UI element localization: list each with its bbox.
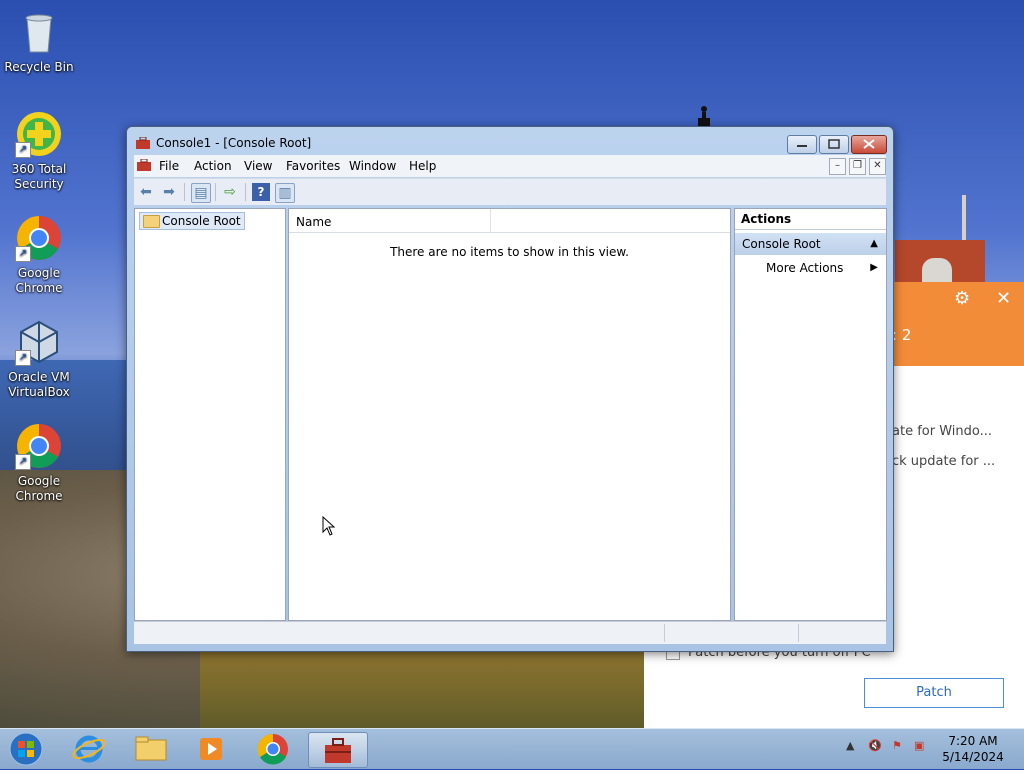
tree-node-label: Console Root: [162, 214, 241, 228]
shortcut-arrow-icon: ↗: [15, 454, 31, 470]
close-button[interactable]: [851, 135, 887, 154]
child-restore-button[interactable]: ❐: [849, 158, 866, 175]
update-line-1: ate for Windo...: [892, 424, 992, 439]
mmc-window: Console1 - [Console Root] File Action Vi…: [126, 126, 894, 652]
title-bar[interactable]: Console1 - [Console Root]: [127, 127, 893, 155]
child-minimize-button[interactable]: –: [829, 158, 846, 175]
desktop-icon-chrome[interactable]: ↗ Google Chrome: [0, 422, 78, 504]
list-header: Name: [289, 209, 730, 233]
show-hide-console-tree-icon[interactable]: ▤: [191, 183, 211, 203]
mouse-cursor-icon: [322, 516, 336, 536]
patch-button[interactable]: Patch: [864, 678, 1004, 708]
help-icon[interactable]: ?: [252, 183, 270, 201]
folder-icon: [135, 736, 167, 761]
shortcut-arrow-icon: ↗: [15, 246, 31, 262]
console-tree-pane: Console Root: [134, 208, 286, 621]
shortcut-arrow-icon: ↗: [15, 350, 31, 366]
settings-gear-icon[interactable]: ⚙: [954, 288, 970, 309]
more-actions-item[interactable]: More Actions ▶: [735, 258, 886, 278]
background-app-title-fragment: : 2: [892, 326, 912, 344]
taskbar-media-player[interactable]: [188, 732, 234, 766]
menu-file[interactable]: File: [159, 159, 179, 173]
network-disconnected-icon[interactable]: ▣: [914, 739, 924, 752]
minimize-button[interactable]: [787, 135, 817, 154]
status-divider: [664, 624, 665, 642]
volume-muted-icon[interactable]: 🔇: [868, 739, 882, 752]
status-bar: [134, 621, 886, 644]
menu-window[interactable]: Window: [349, 159, 396, 173]
column-header-name[interactable]: Name: [296, 215, 331, 229]
tree-node-console-root[interactable]: Console Root: [139, 212, 245, 230]
toolbar-separator: [184, 183, 185, 201]
chrome-icon: ↗: [15, 422, 63, 470]
actions-section-console-root[interactable]: Console Root ▲: [735, 233, 886, 255]
update-line-2: ck update for ...: [892, 454, 996, 469]
menu-favorites[interactable]: Favorites: [286, 159, 340, 173]
menu-help[interactable]: Help: [409, 159, 436, 173]
column-divider[interactable]: [490, 209, 491, 232]
taskbar-internet-explorer[interactable]: [66, 732, 112, 766]
desktop-icon-recycle-bin[interactable]: Recycle Bin: [0, 8, 78, 75]
virtualbox-icon: ↗: [15, 318, 63, 366]
toolbar-separator: [245, 183, 246, 201]
shortcut-arrow-icon: ↗: [15, 142, 31, 158]
recycle-bin-icon: [15, 8, 63, 56]
taskbar: ▲ 🔇 ⚑ ▣ 7:20 AM 5/14/2024: [0, 728, 1024, 769]
mmc-toolbox-icon: [325, 738, 351, 763]
desktop-icon-360-security[interactable]: ↗ 360 Total Security: [0, 110, 78, 192]
status-divider: [798, 624, 799, 642]
show-hidden-icons-icon[interactable]: ▲: [846, 739, 854, 752]
taskbar-mmc-console[interactable]: [308, 732, 368, 768]
result-pane: Name There are no items to show in this …: [288, 208, 731, 621]
mmc-toolbox-icon: [136, 137, 150, 149]
desktop-house-window: [922, 258, 952, 284]
actions-section-label: Console Root: [742, 237, 821, 251]
360-security-icon: ↗: [15, 110, 63, 158]
taskbar-chrome[interactable]: [250, 732, 296, 766]
empty-list-message: There are no items to show in this view.: [390, 245, 629, 259]
chrome-icon: ↗: [15, 214, 63, 262]
chrome-icon: [257, 733, 288, 765]
start-button[interactable]: [6, 731, 46, 767]
close-icon: [863, 139, 875, 149]
window-title: Console1 - [Console Root]: [156, 136, 312, 150]
menu-action[interactable]: Action: [194, 159, 232, 173]
close-icon[interactable]: ✕: [996, 288, 1011, 309]
toolbar-separator: [215, 183, 216, 201]
windows-orb-icon: [9, 732, 43, 766]
restore-icon: [828, 139, 840, 149]
desktop-icon-label: Recycle Bin: [4, 60, 74, 74]
actions-pane: Actions Console Root ▲ More Actions ▶: [734, 208, 887, 621]
back-arrow-icon[interactable]: ⬅: [137, 183, 155, 201]
toolbar: ⬅ ➡ ▤ ⇨ ? ▥: [134, 178, 886, 205]
submenu-arrow-icon: ▶: [870, 262, 878, 273]
more-actions-label: More Actions: [766, 261, 844, 275]
media-player-icon: [200, 738, 222, 760]
actions-header: Actions: [735, 209, 886, 230]
taskbar-file-explorer[interactable]: [128, 732, 174, 766]
desktop-icon-label: 360 Total Security: [11, 162, 67, 191]
child-close-button[interactable]: ✕: [869, 158, 886, 175]
desktop-icon-label: Oracle VM VirtualBox: [8, 370, 70, 399]
maximize-button[interactable]: [819, 135, 849, 154]
system-clock[interactable]: 7:20 AM 5/14/2024: [938, 733, 1008, 765]
minimize-icon: [797, 145, 807, 147]
menu-view[interactable]: View: [244, 159, 272, 173]
show-hide-action-pane-icon[interactable]: ▥: [275, 183, 295, 203]
forward-arrow-icon[interactable]: ➡: [160, 183, 178, 201]
clock-date: 5/14/2024: [942, 750, 1004, 764]
collapse-up-icon[interactable]: ▲: [870, 233, 878, 255]
desktop-icon-label: Google Chrome: [15, 266, 63, 295]
export-list-icon[interactable]: ⇨: [221, 183, 239, 201]
mmc-toolbox-icon[interactable]: [137, 159, 151, 171]
internet-explorer-icon: [72, 735, 106, 763]
action-center-flag-icon[interactable]: ⚑: [892, 739, 902, 752]
desktop-icon-virtualbox[interactable]: ↗ Oracle VM VirtualBox: [0, 318, 78, 400]
desktop-icon-chrome[interactable]: ↗ Google Chrome: [0, 214, 78, 296]
menu-bar: File Action View Favorites Window Help –…: [134, 155, 886, 177]
clock-time: 7:20 AM: [948, 734, 998, 748]
folder-icon: [143, 215, 160, 228]
desktop-tower-tip: [698, 106, 710, 128]
desktop-icon-label: Google Chrome: [15, 474, 63, 503]
